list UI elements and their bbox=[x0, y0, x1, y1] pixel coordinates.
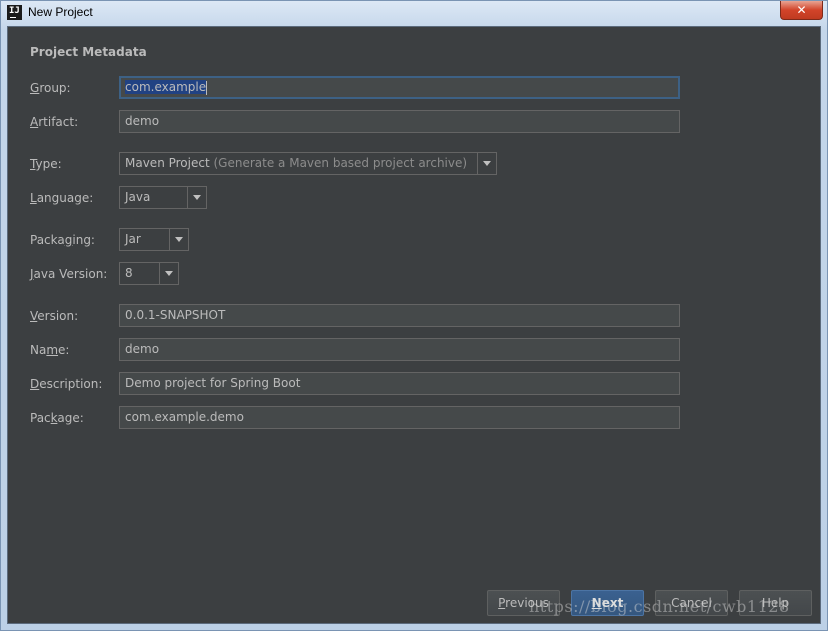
section-title: Project Metadata bbox=[30, 45, 147, 59]
text-caret bbox=[206, 80, 208, 95]
type-hint: (Generate a Maven based project archive) bbox=[213, 156, 468, 170]
type-label: Type: bbox=[30, 157, 62, 171]
package-label: Package: bbox=[30, 411, 84, 425]
group-label: Group: bbox=[30, 81, 71, 95]
name-input[interactable]: demo bbox=[119, 338, 680, 361]
packaging-label: Packaging: bbox=[30, 233, 95, 247]
intellij-app-icon: IJ bbox=[7, 5, 22, 20]
name-label: Name: bbox=[30, 343, 70, 357]
window-title: New Project bbox=[28, 5, 93, 19]
version-label: Version: bbox=[30, 309, 79, 323]
java-version-label: Java Version: bbox=[30, 267, 108, 281]
type-dropdown-arrow[interactable] bbox=[477, 153, 496, 174]
type-value: Maven Project bbox=[125, 156, 210, 170]
packaging-dropdown[interactable]: Jar bbox=[119, 228, 189, 251]
packaging-dropdown-arrow[interactable] bbox=[169, 229, 188, 250]
java-version-dropdown-arrow[interactable] bbox=[159, 263, 178, 284]
description-label: Description: bbox=[30, 377, 103, 391]
new-project-dialog: IJ New Project ✕ Project Metadata Group:… bbox=[0, 0, 828, 631]
title-bar[interactable]: IJ New Project ✕ bbox=[1, 1, 827, 25]
description-input[interactable]: Demo project for Spring Boot bbox=[119, 372, 680, 395]
language-label: Language: bbox=[30, 191, 94, 205]
language-value: Java bbox=[125, 190, 151, 204]
dialog-content: Project Metadata Group: com.example Arti… bbox=[7, 26, 821, 624]
group-input[interactable]: com.example bbox=[119, 76, 680, 99]
java-version-dropdown[interactable]: 8 bbox=[119, 262, 179, 285]
artifact-label: Artifact: bbox=[30, 115, 79, 129]
chevron-down-icon bbox=[193, 195, 201, 200]
type-dropdown[interactable]: Maven Project (Generate a Maven based pr… bbox=[119, 152, 497, 175]
version-input[interactable]: 0.0.1-SNAPSHOT bbox=[119, 304, 680, 327]
watermark-text: https://blog.csdn.net/cwb1128 bbox=[529, 597, 790, 616]
chevron-down-icon bbox=[165, 271, 173, 276]
language-dropdown[interactable]: Java bbox=[119, 186, 207, 209]
group-input-selected-text: com.example bbox=[125, 80, 207, 94]
java-version-value: 8 bbox=[125, 266, 133, 280]
chevron-down-icon bbox=[483, 161, 491, 166]
app-icon-text: IJ bbox=[9, 6, 20, 16]
package-input[interactable]: com.example.demo bbox=[119, 406, 680, 429]
chevron-down-icon bbox=[175, 237, 183, 242]
close-icon: ✕ bbox=[796, 3, 807, 17]
packaging-value: Jar bbox=[125, 232, 141, 246]
close-button[interactable]: ✕ bbox=[780, 1, 823, 20]
language-dropdown-arrow[interactable] bbox=[187, 187, 206, 208]
artifact-input[interactable]: demo bbox=[119, 110, 680, 133]
